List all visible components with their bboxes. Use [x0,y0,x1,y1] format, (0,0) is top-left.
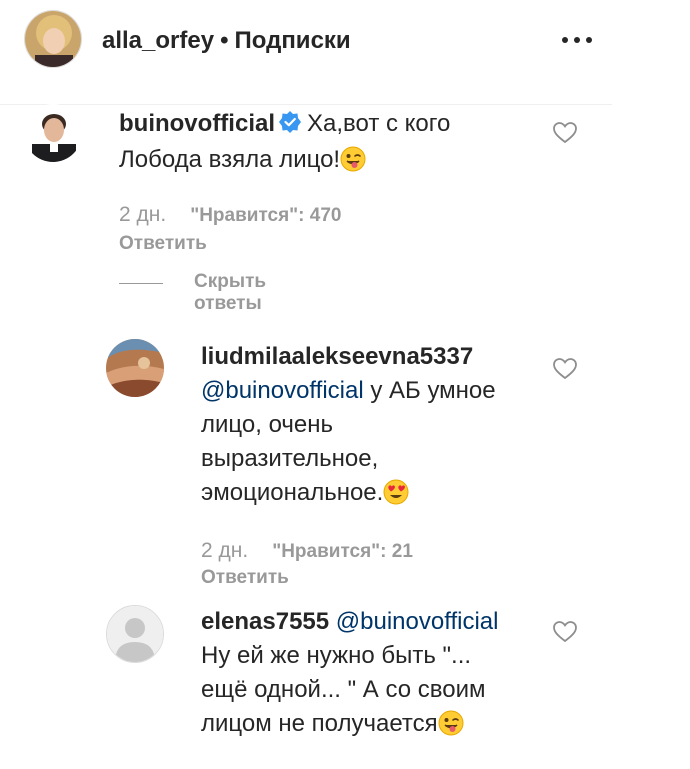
likes-count[interactable]: "Нравится": 470 [190,205,341,226]
comment-line: Ну ей же нужно быть "... [201,642,472,669]
comment-text: elenas7555 @buinovofficial Ну ей же нужн… [201,605,498,746]
like-heart-icon[interactable] [553,358,577,385]
verified-badge-icon [279,109,301,143]
replies-divider [119,283,163,284]
header-title: alla_orfey • Подписки [102,27,351,55]
mention-link[interactable]: @buinovofficial [201,377,364,404]
comment-line: лицом не получается [201,710,438,737]
winking-tongue-emoji-icon [340,146,366,182]
author-avatar[interactable] [24,10,82,68]
more-horizontal-icon[interactable] [562,37,592,45]
heart-eyes-emoji-icon [383,479,409,515]
comment-line: эмоциональное. [201,479,384,506]
commenter-username[interactable]: elenas7555 [201,608,329,635]
comment-line: Ха,вот с кого [307,110,451,137]
comment-time[interactable]: 2 дн. [119,203,166,226]
comment-meta: 2 дн. "Нравится": 470 [119,203,342,227]
comment-line: выразительное, [201,445,379,472]
commenter-username[interactable]: liudmilaalekseevna5337 [201,343,473,370]
reply-button[interactable]: Ответить [119,233,207,255]
commenter-avatar[interactable] [106,339,164,397]
like-heart-icon[interactable] [553,122,577,149]
comment-text: liudmilaalekseevna5337 @buinovofficial у… [201,340,496,515]
following-label[interactable]: Подписки [234,27,350,54]
header-separator: • [220,27,229,54]
comment-line: лицо, очень [201,411,333,438]
hide-replies-button[interactable]: Скрыть ответы [194,271,266,315]
comment-line: ещё одной... " А со своим [201,676,486,703]
comment-text: buinovofficial Ха,вот с кого Лобода взяла… [119,107,450,182]
like-heart-icon[interactable] [553,621,577,648]
post-header: alla_orfey • Подписки [0,0,612,105]
comment-line: Лобода взяла лицо! [119,146,341,173]
winking-tongue-emoji-icon [438,710,464,746]
comment-time[interactable]: 2 дн. [201,539,248,562]
author-username[interactable]: alla_orfey [102,27,214,54]
comment-line: у АБ умное [363,377,496,404]
commenter-avatar[interactable] [24,104,82,162]
default-avatar-icon[interactable] [106,605,164,663]
likes-count[interactable]: "Нравится": 21 [272,541,413,562]
commenter-username[interactable]: buinovofficial [119,110,275,137]
reply-button[interactable]: Ответить [201,567,289,589]
comment-meta: 2 дн. "Нравится": 21 [201,539,413,563]
mention-link[interactable]: @buinovofficial [336,608,499,635]
